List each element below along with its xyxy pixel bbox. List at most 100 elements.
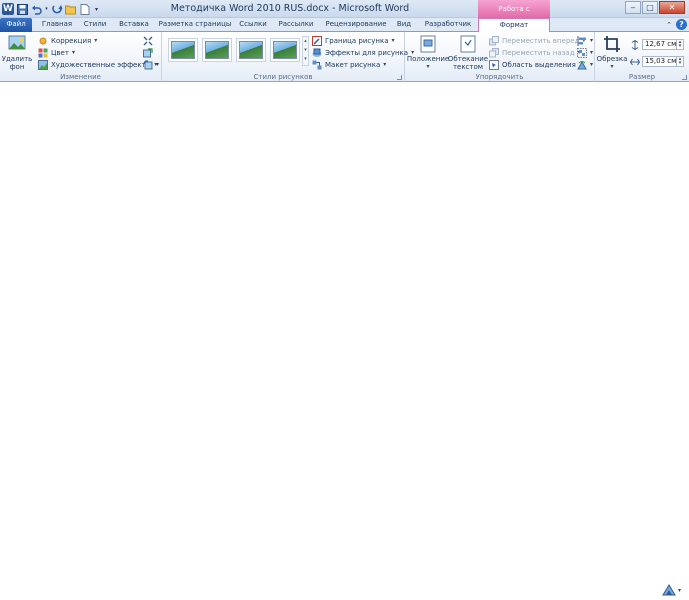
- wrap-text-icon: [460, 35, 476, 53]
- chevron-down-icon: ▾: [677, 586, 681, 594]
- quick-access-toolbar: W ▾ ▾: [2, 2, 100, 16]
- picture-border-button[interactable]: Граница рисунка ▾: [312, 35, 395, 46]
- picture-layout-label: Макет рисунка: [325, 60, 381, 69]
- group-size: Обрезка ▾ 12,67 см ▴ ▾ 15,03 см ▴ ▾ Размер: [595, 32, 689, 82]
- height-input[interactable]: 12,67 см ▴ ▾: [642, 39, 684, 50]
- artistic-effects-label: Художественные эффекты: [51, 60, 152, 69]
- word-icon[interactable]: W: [2, 3, 14, 15]
- undo-icon[interactable]: [30, 3, 42, 15]
- height-spinner[interactable]: ▴ ▾: [676, 40, 683, 49]
- gallery-scroll[interactable]: ▴ ▾ ▾: [302, 36, 309, 66]
- picture-effects-label: Эффекты для рисунка: [325, 48, 409, 57]
- width-icon: [630, 58, 640, 66]
- chevron-down-icon: ▾: [590, 49, 594, 56]
- picture-style-thumb-4[interactable]: [270, 38, 300, 62]
- group-label-size: Размер: [628, 73, 656, 81]
- remove-background-button[interactable]: Удалить фон: [2, 35, 32, 71]
- document-area[interactable]: ▾: [0, 83, 689, 600]
- picture-style-thumb-1[interactable]: [168, 38, 198, 62]
- tab-format[interactable]: Формат: [478, 18, 550, 33]
- remove-background-icon: [8, 35, 26, 50]
- color-palette-icon: [38, 48, 48, 57]
- size-dialog-launcher[interactable]: [682, 75, 687, 80]
- bring-forward-label: Переместить вперед: [502, 36, 580, 45]
- selection-pane-button[interactable]: Область выделения: [489, 59, 576, 70]
- crop-button[interactable]: Обрезка ▾: [597, 35, 627, 71]
- picture-style-preview: [273, 41, 297, 59]
- help-icon[interactable]: ?: [676, 19, 687, 30]
- chevron-down-icon: ▾: [71, 49, 75, 56]
- chevron-down-icon: ▾: [590, 61, 594, 68]
- tab-insert[interactable]: Вставка: [116, 18, 152, 32]
- bring-forward-button[interactable]: Переместить вперед ▾: [489, 35, 585, 46]
- tab-styles[interactable]: Стили: [80, 18, 110, 32]
- minimize-ribbon-icon[interactable]: ⌃: [666, 21, 672, 29]
- compress-pictures-button[interactable]: [143, 35, 153, 46]
- group-picture-styles: ▴ ▾ ▾ Граница рисунка ▾ Эффекты для рисунка…: [162, 32, 414, 82]
- change-picture-button[interactable]: [143, 47, 153, 58]
- position-icon: [420, 35, 436, 53]
- correction-label: Коррекция: [51, 36, 92, 45]
- pencil-border-icon: [312, 35, 322, 46]
- new-document-icon[interactable]: [79, 3, 91, 15]
- rotate-button[interactable]: ▾: [577, 59, 593, 70]
- chevron-down-icon: ▾: [590, 37, 594, 44]
- window-controls: ‒ □ ✕: [625, 1, 685, 14]
- bring-forward-icon: [489, 35, 499, 45]
- align-button[interactable]: ▾: [577, 35, 593, 46]
- tab-page-layout[interactable]: Разметка страницы: [157, 18, 233, 32]
- wrap-text-button[interactable]: Обтекание текстом: [448, 35, 488, 71]
- chevron-down-icon: ▾: [156, 61, 160, 68]
- crop-icon: [604, 36, 620, 52]
- artistic-effects-icon: [38, 59, 48, 70]
- help-area: ⌃ ?: [666, 19, 687, 30]
- redo-icon[interactable]: [51, 3, 63, 15]
- send-backward-button[interactable]: Переместить назад▾: [489, 47, 581, 58]
- corner-tool-button[interactable]: ▾: [662, 584, 681, 596]
- remove-background-label-line2: фон: [9, 63, 25, 71]
- tab-references[interactable]: Ссылки: [237, 18, 269, 32]
- minimize-button[interactable]: ‒: [625, 1, 641, 14]
- color-button[interactable]: Цвет ▾: [38, 47, 75, 58]
- width-spinner[interactable]: ▴ ▾: [676, 57, 683, 66]
- picture-effects-button[interactable]: Эффекты для рисунка ▾: [312, 47, 414, 58]
- picture-layout-icon: [312, 60, 322, 69]
- tab-developer[interactable]: Разработчик: [421, 18, 475, 32]
- selection-pane-icon: [489, 59, 499, 70]
- window-title: Методичка Word 2010 RUS.docx - Microsoft…: [170, 3, 410, 14]
- picture-effects-icon: [312, 48, 322, 57]
- group-objects-button[interactable]: ▾: [577, 47, 593, 58]
- wrap-text-label-line1: Обтекание: [447, 55, 489, 63]
- selection-pane-label: Область выделения: [502, 60, 576, 69]
- save-icon[interactable]: [16, 3, 28, 15]
- picture-style-preview: [171, 41, 195, 59]
- tab-view[interactable]: Вид: [394, 18, 414, 32]
- picture-style-thumb-3[interactable]: [236, 38, 266, 62]
- compress-pictures-icon: [143, 36, 153, 45]
- picture-layout-button[interactable]: Макет рисунка ▾: [312, 59, 386, 70]
- artistic-effects-button[interactable]: Художественные эффекты ▾: [38, 59, 157, 70]
- customize-qat-icon[interactable]: ▾: [93, 3, 100, 15]
- width-input[interactable]: 15,03 см ▴ ▾: [642, 56, 684, 67]
- position-button[interactable]: Положение ▾: [407, 35, 449, 71]
- chevron-down-icon: ▾: [94, 37, 98, 44]
- group-label-picture-styles: Стили рисунков: [253, 73, 313, 81]
- close-button[interactable]: ✕: [659, 1, 685, 14]
- chevron-down-icon: ▾: [610, 63, 614, 70]
- reset-picture-button[interactable]: ▾: [143, 59, 159, 70]
- send-backward-icon: [489, 47, 499, 57]
- picture-style-thumb-2[interactable]: [202, 38, 232, 62]
- undo-dropdown-icon[interactable]: ▾: [44, 3, 49, 15]
- maximize-button[interactable]: □: [642, 1, 658, 14]
- tab-home[interactable]: Главная: [38, 18, 76, 32]
- reset-picture-icon: [143, 59, 153, 69]
- crop-label: Обрезка: [596, 55, 628, 63]
- open-folder-icon[interactable]: [65, 3, 77, 15]
- tab-review[interactable]: Рецензирование: [323, 18, 389, 32]
- tab-file[interactable]: Файл: [0, 18, 32, 32]
- tab-mailings[interactable]: Рассылки: [275, 18, 317, 32]
- width-value: 15,03 см: [645, 57, 677, 65]
- group-label-adjust: Изменение: [60, 73, 101, 81]
- picture-styles-dialog-launcher[interactable]: [397, 75, 402, 80]
- correction-button[interactable]: Коррекция ▾: [38, 35, 97, 46]
